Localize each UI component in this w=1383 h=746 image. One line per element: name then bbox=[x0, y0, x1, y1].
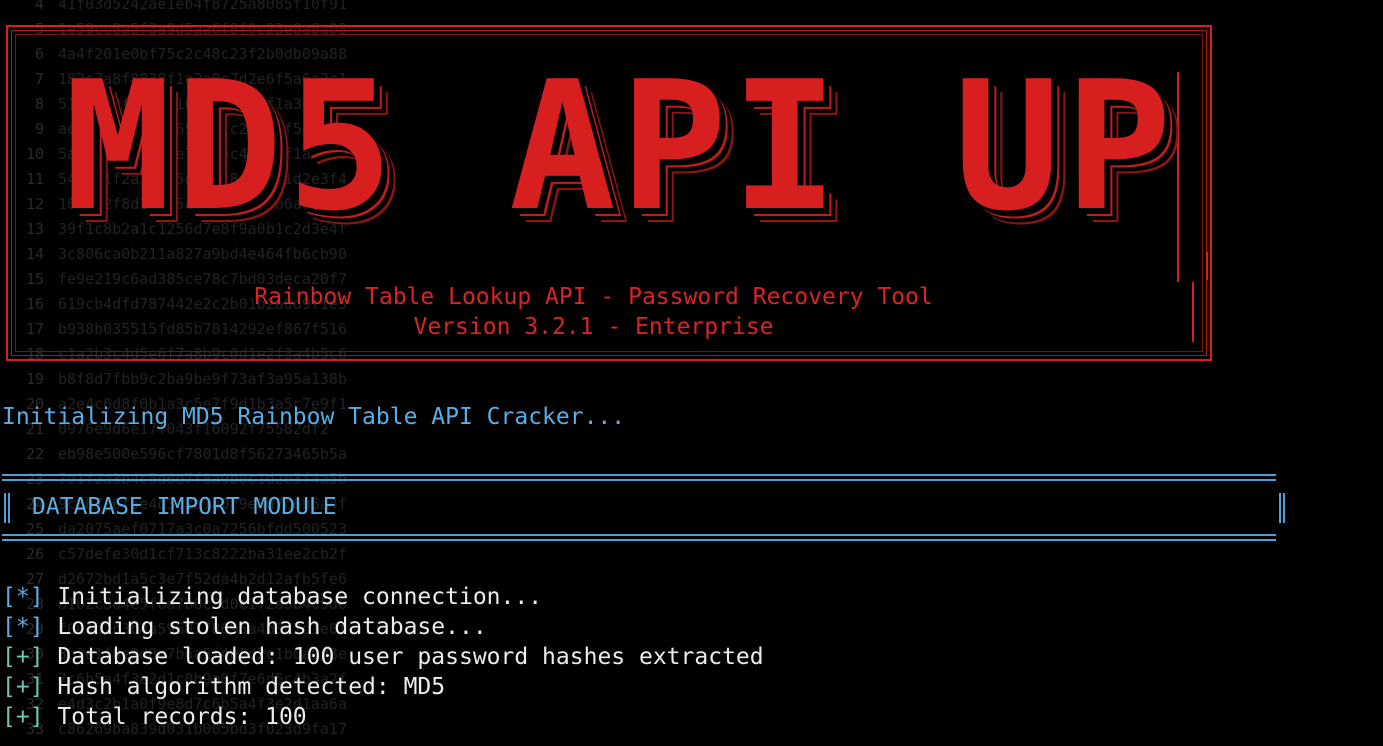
background-hash-line: 26 c57defe30d1cf713c8222ba31ee2cb2f bbox=[0, 542, 400, 567]
module-rule-top bbox=[2, 474, 1276, 476]
banner-title: MD5 API UP bbox=[64, 43, 1176, 250]
log-line: [*] Loading stolen hash database... bbox=[2, 612, 764, 642]
module-rule-top bbox=[2, 479, 1276, 481]
module-rule-bottom bbox=[2, 534, 1276, 536]
background-hash-line: 19 b8f8d7fbb9c2ba9be9f73af3a95a138b bbox=[0, 367, 400, 392]
hash-value: c57defe30d1cf713c8222ba31ee2cb2f bbox=[58, 545, 347, 563]
log-message: Initializing database connection... bbox=[57, 584, 543, 610]
log-tag: [*] bbox=[2, 584, 44, 610]
hash-value: b8f8d7fbb9c2ba9be9f73af3a95a138b bbox=[58, 370, 347, 388]
hash-value: 41f03d5242ae1eb4f8725a8085f10f91 bbox=[58, 0, 347, 13]
log-line: [+] Hash algorithm detected: MD5 bbox=[2, 672, 764, 702]
line-number: 22 bbox=[25, 445, 44, 463]
log-message: Hash algorithm detected: MD5 bbox=[57, 674, 446, 700]
log-tag: [+] bbox=[2, 674, 44, 700]
line-number: 19 bbox=[25, 370, 44, 388]
log-message: Total records: 100 bbox=[57, 704, 307, 730]
banner-version: Version 3.2.1 - Enterprise bbox=[413, 314, 774, 340]
log-tag: [+] bbox=[2, 644, 44, 670]
log-line: [*] Initializing database connection... bbox=[2, 582, 764, 612]
module-rule-bottom bbox=[2, 539, 1276, 541]
log-message: Database loaded: 100 user password hashe… bbox=[57, 644, 764, 670]
log-message: Loading stolen hash database... bbox=[57, 614, 487, 640]
hash-value: eb98e500e596cf7801d8f56273465b5a bbox=[58, 445, 347, 463]
log-tag: [+] bbox=[2, 704, 44, 730]
line-number: 4 bbox=[34, 0, 44, 13]
banner-subtitle: Rainbow Table Lookup API - Password Reco… bbox=[254, 284, 933, 310]
init-message: Initializing MD5 Rainbow Table API Crack… bbox=[2, 404, 626, 430]
module-title: DATABASE IMPORT MODULE bbox=[32, 494, 337, 520]
background-hash-line: 4 41f03d5242ae1eb4f8725a8085f10f91 bbox=[0, 0, 400, 17]
module-left-bar bbox=[4, 493, 10, 523]
line-number: 26 bbox=[25, 545, 44, 563]
log-line: [+] Total records: 100 bbox=[2, 702, 764, 732]
log-tag: [*] bbox=[2, 614, 44, 640]
log-output: [*] Initializing database connection...[… bbox=[2, 582, 764, 732]
log-line: [+] Database loaded: 100 user password h… bbox=[2, 642, 764, 672]
module-right-bar bbox=[1279, 493, 1285, 523]
background-hash-line: 22 eb98e500e596cf7801d8f56273465b5a bbox=[0, 442, 400, 467]
banner-side-bar bbox=[1206, 252, 1208, 280]
banner-side-bar bbox=[1192, 282, 1194, 342]
